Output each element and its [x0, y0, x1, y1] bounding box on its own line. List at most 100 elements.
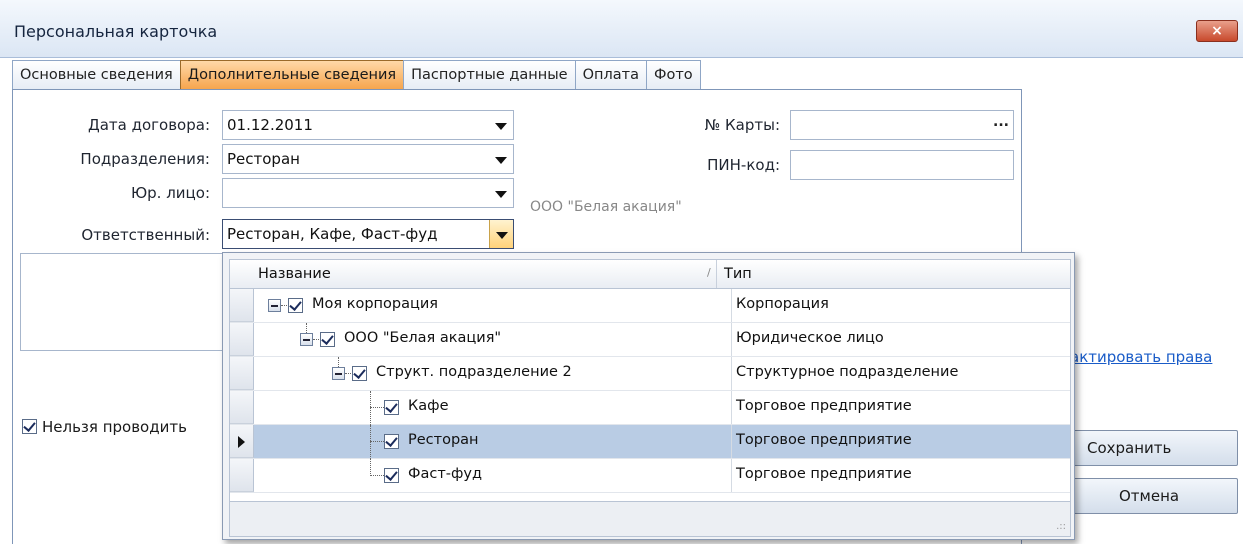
column-divider — [731, 323, 732, 356]
row-indicator — [230, 459, 254, 492]
tree-item-label: Фаст-фуд — [408, 466, 483, 482]
checkbox-checked-icon[interactable] — [320, 332, 335, 347]
card-number-label: № Карты: — [704, 116, 780, 134]
checkbox-checked-icon[interactable] — [384, 468, 399, 483]
table-row[interactable]: Структ. подразделение 2 Структурное подр… — [230, 357, 1070, 391]
tab-payment[interactable]: Оплата — [574, 60, 647, 90]
window-title: Персональная карточка — [14, 22, 218, 41]
tree-connector — [345, 373, 351, 374]
tree-connector — [306, 323, 307, 333]
departments-label: Подразделения: — [80, 150, 210, 168]
save-button[interactable]: Сохранить — [1070, 430, 1238, 466]
tree-connector — [370, 425, 371, 459]
tree-item-type: Торговое предприятие — [736, 398, 912, 414]
tree-connector — [370, 459, 371, 476]
tree-item-label: Ресторан — [408, 432, 479, 448]
card-number-field[interactable]: ... — [790, 110, 1014, 140]
table-row[interactable]: Ресторан Торговое предприятие — [230, 425, 1070, 459]
responsible-value: Ресторан, Кафе, Фаст-фуд — [227, 225, 438, 243]
ellipsis-icon[interactable]: ... — [989, 111, 1013, 139]
pin-code-field[interactable] — [790, 150, 1014, 180]
tree-item-label: Кафе — [408, 398, 449, 414]
tree-item-label: Моя корпорация — [312, 296, 439, 312]
row-indicator — [230, 357, 254, 390]
table-row[interactable]: Моя корпорация Корпорация — [230, 289, 1070, 323]
column-divider — [731, 391, 732, 424]
no-post-checkbox-row[interactable]: Нельзя проводить — [20, 418, 225, 440]
grid-footer: .:: — [229, 501, 1071, 537]
header-divider — [716, 260, 717, 288]
tree-item-type: Торговое предприятие — [736, 432, 912, 448]
checkbox-checked-icon[interactable] — [288, 298, 303, 313]
tree-item-type: Юридическое лицо — [736, 330, 884, 346]
pin-code-label: ПИН-код: — [707, 156, 780, 174]
row-indicator — [230, 425, 254, 458]
table-row[interactable]: Кафе Торговое предприятие — [230, 391, 1070, 425]
column-divider — [731, 459, 732, 492]
responsible-combo[interactable]: Ресторан, Кафе, Фаст-фуд — [222, 219, 514, 249]
row-data: Моя корпорация Корпорация — [254, 289, 1070, 322]
tab-additional-info[interactable]: Дополнительные сведения — [179, 60, 405, 90]
row-indicator — [230, 323, 254, 356]
grid-header: Название / Тип — [229, 259, 1071, 289]
collapse-icon[interactable] — [300, 333, 313, 346]
tree-connector — [281, 305, 287, 306]
row-data: Кафе Торговое предприятие — [254, 391, 1070, 425]
personal-card-window: Персональная карточка × Основные сведени… — [0, 0, 1243, 544]
column-header-name[interactable]: Название — [258, 260, 331, 288]
collapse-icon[interactable] — [268, 299, 281, 312]
contract-date-value: 01.12.2011 — [227, 116, 313, 134]
responsible-label: Ответственный: — [81, 226, 210, 244]
row-data: ООО "Белая акация" Юридическое лицо — [254, 323, 1070, 356]
chevron-down-icon[interactable] — [489, 145, 513, 173]
chevron-down-icon[interactable] — [489, 220, 513, 248]
grid-rows: Моя корпорация Корпорация ООО "Белая ака… — [229, 289, 1071, 501]
checkbox-checked-icon[interactable] — [22, 419, 37, 434]
tab-strip: Основные сведения Дополнительные сведени… — [12, 60, 701, 90]
contract-date-label: Дата договора: — [88, 116, 210, 134]
table-row[interactable]: ООО "Белая акация" Юридическое лицо — [230, 323, 1070, 357]
column-divider — [731, 289, 732, 322]
tree-item-label: ООО "Белая акация" — [344, 330, 502, 346]
close-button[interactable]: × — [1196, 20, 1238, 42]
column-divider — [731, 357, 732, 390]
edit-rights-link[interactable]: актировать права — [1070, 348, 1212, 366]
legal-entity-hint: ООО "Белая акация" — [530, 199, 682, 215]
checkbox-checked-icon[interactable] — [352, 366, 367, 381]
column-header-type[interactable]: Тип — [724, 260, 752, 288]
no-post-label: Нельзя проводить — [42, 418, 187, 436]
tab-photo[interactable]: Фото — [646, 60, 701, 90]
checkbox-checked-icon[interactable] — [384, 400, 399, 415]
chevron-down-icon[interactable] — [489, 111, 513, 139]
row-data: Фаст-фуд Торговое предприятие — [254, 459, 1070, 492]
tree-connector — [313, 339, 319, 340]
tree-item-type: Торговое предприятие — [736, 466, 912, 482]
departments-value: Ресторан — [227, 150, 300, 168]
tree-connector — [370, 441, 384, 442]
checkbox-checked-icon[interactable] — [384, 434, 399, 449]
contract-date-combo[interactable]: 01.12.2011 — [222, 110, 514, 140]
current-row-arrow-icon — [238, 436, 245, 448]
legal-entity-label: Юр. лицо: — [130, 184, 210, 202]
resize-grip-icon[interactable]: .:: — [1056, 521, 1066, 532]
tree-connector — [370, 407, 384, 408]
notes-memo[interactable] — [20, 253, 225, 351]
tree-connector — [370, 475, 384, 476]
chevron-down-icon[interactable] — [489, 179, 513, 207]
tree-connector — [370, 391, 371, 425]
row-data: Структ. подразделение 2 Структурное подр… — [254, 357, 1070, 390]
tab-passport-data[interactable]: Паспортные данные — [403, 60, 576, 90]
tab-main-info[interactable]: Основные сведения — [12, 60, 181, 90]
sort-indicator-icon: / — [707, 266, 711, 279]
row-data: Ресторан Торговое предприятие — [254, 425, 1070, 459]
row-indicator — [230, 289, 254, 322]
row-indicator — [230, 391, 254, 424]
close-icon: × — [1211, 23, 1223, 39]
cancel-button[interactable]: Отмена — [1070, 478, 1238, 514]
collapse-icon[interactable] — [332, 367, 345, 380]
legal-entity-combo[interactable] — [222, 178, 514, 208]
column-divider — [731, 425, 732, 458]
tree-item-label: Структ. подразделение 2 — [376, 364, 572, 380]
departments-combo[interactable]: Ресторан — [222, 144, 514, 174]
table-row[interactable]: Фаст-фуд Торговое предприятие — [230, 459, 1070, 493]
